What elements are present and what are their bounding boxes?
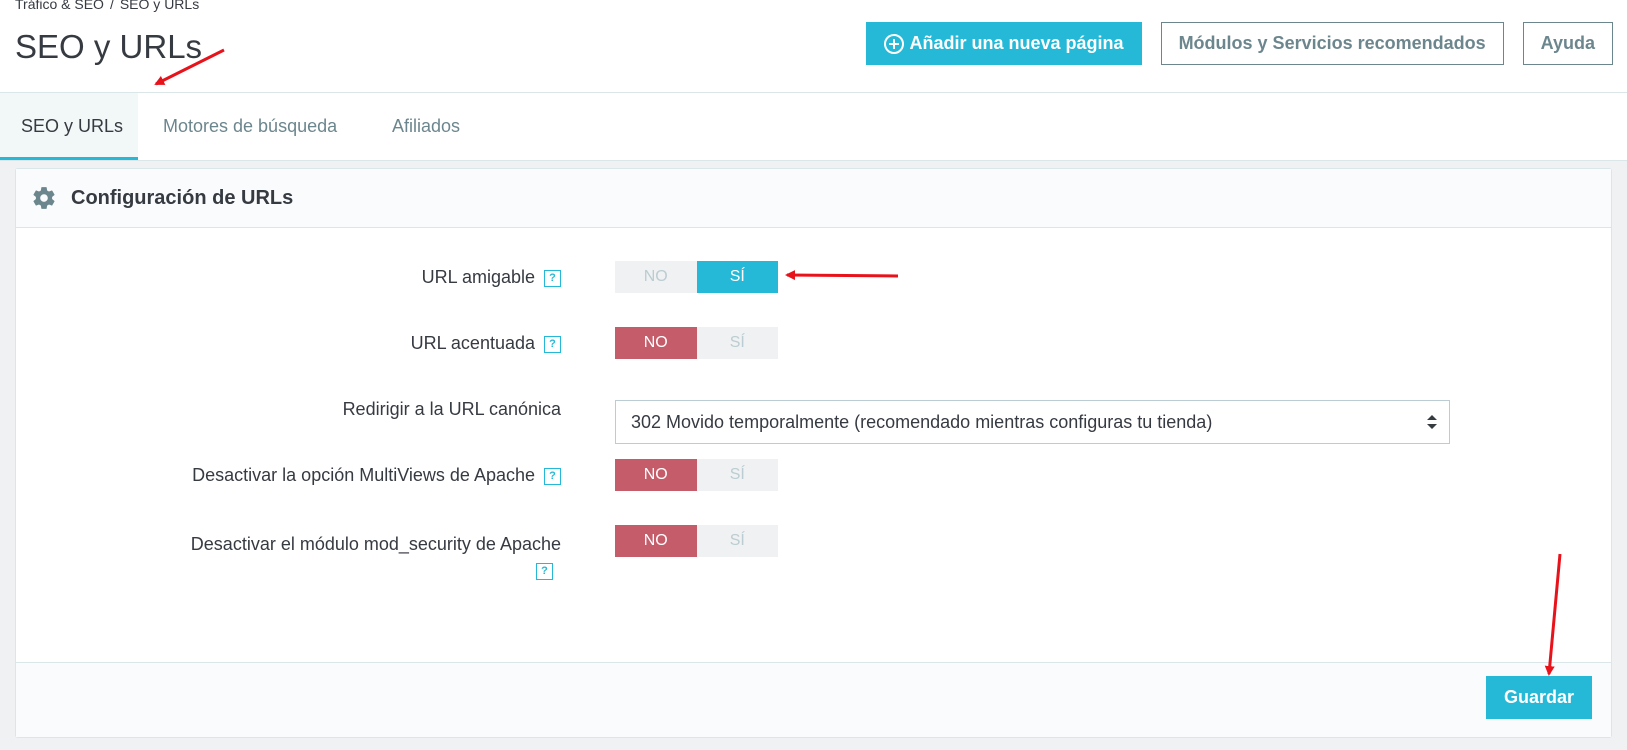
panel-heading: Configuración de URLs	[16, 169, 1611, 228]
breadcrumb: Tráfico & SEO / SEO y URLs	[15, 0, 199, 12]
breadcrumb-item-seo-urls[interactable]: SEO y URLs	[120, 0, 199, 12]
friendly-url-no-option[interactable]: NO	[615, 261, 697, 293]
plus-circle-icon	[883, 33, 904, 54]
mod-security-yes-option[interactable]: SÍ	[696, 525, 778, 557]
breadcrumb-item-traffic-seo[interactable]: Tráfico & SEO	[15, 0, 104, 12]
save-button[interactable]: Guardar	[1485, 676, 1592, 719]
help-button[interactable]: Ayuda	[1522, 22, 1613, 65]
sort-arrows-icon	[1427, 415, 1437, 429]
multiviews-switch[interactable]: NO SÍ	[615, 459, 778, 491]
multiviews-yes-option[interactable]: SÍ	[696, 459, 778, 491]
canonical-redirect-select[interactable]: 302 Movido temporalmente (recomendado mi…	[615, 400, 1450, 444]
add-new-page-label: Añadir una nueva página	[909, 33, 1124, 53]
tab-affiliates[interactable]: Afiliados	[392, 93, 460, 160]
friendly-url-label: URL amigable	[421, 267, 535, 287]
panel-footer: Guardar	[16, 662, 1611, 737]
canonical-redirect-value: 302 Movido temporalmente (recomendado mi…	[631, 412, 1213, 432]
friendly-url-yes-option[interactable]: SÍ	[696, 261, 778, 293]
friendly-url-switch[interactable]: NO SÍ	[615, 261, 778, 293]
mod-security-label: Desactivar el módulo mod_security de Apa…	[190, 534, 561, 554]
mod-security-switch[interactable]: NO SÍ	[615, 525, 778, 557]
tab-bar: SEO y URLs Motores de búsqueda Afiliados	[0, 93, 1627, 161]
field-label-mod-security: Desactivar el módulo mod_security de Apa…	[191, 531, 561, 583]
field-label-canonical-redirect: Redirigir a la URL canónica	[343, 399, 561, 420]
tab-search-engines[interactable]: Motores de búsqueda	[163, 93, 337, 160]
multiviews-label: Desactivar la opción MultiViews de Apach…	[192, 465, 535, 485]
field-label-friendly-url: URL amigable?	[422, 267, 561, 288]
field-label-accented-url: URL acentuada?	[411, 333, 561, 354]
url-config-panel: Configuración de URLs URL amigable? NO S…	[15, 168, 1612, 738]
mod-security-no-option[interactable]: NO	[615, 525, 697, 557]
page-title: SEO y URLs	[15, 28, 203, 65]
recommended-modules-button[interactable]: Módulos y Servicios recomendados	[1160, 22, 1504, 65]
accented-url-switch[interactable]: NO SÍ	[615, 327, 778, 359]
gear-icon	[33, 187, 55, 209]
help-icon[interactable]: ?	[544, 335, 561, 353]
add-new-page-button[interactable]: Añadir una nueva página	[865, 22, 1142, 65]
field-label-multiviews: Desactivar la opción MultiViews de Apach…	[192, 465, 561, 486]
panel-title: Configuración de URLs	[71, 187, 294, 209]
accented-url-no-option[interactable]: NO	[615, 327, 697, 359]
breadcrumb-separator: /	[109, 0, 114, 12]
accented-url-label: URL acentuada	[410, 333, 535, 353]
help-icon[interactable]: ?	[544, 467, 561, 485]
page-header: Tráfico & SEO / SEO y URLs SEO y URLs Añad…	[0, 0, 1627, 93]
multiviews-no-option[interactable]: NO	[615, 459, 697, 491]
toolbar: Añadir una nueva página Módulos y Servic…	[865, 22, 1613, 65]
accented-url-yes-option[interactable]: SÍ	[696, 327, 778, 359]
help-icon[interactable]: ?	[536, 562, 553, 580]
tab-seo-urls[interactable]: SEO y URLs	[0, 93, 138, 160]
help-icon[interactable]: ?	[544, 269, 561, 287]
canonical-redirect-label: Redirigir a la URL canónica	[342, 399, 561, 419]
